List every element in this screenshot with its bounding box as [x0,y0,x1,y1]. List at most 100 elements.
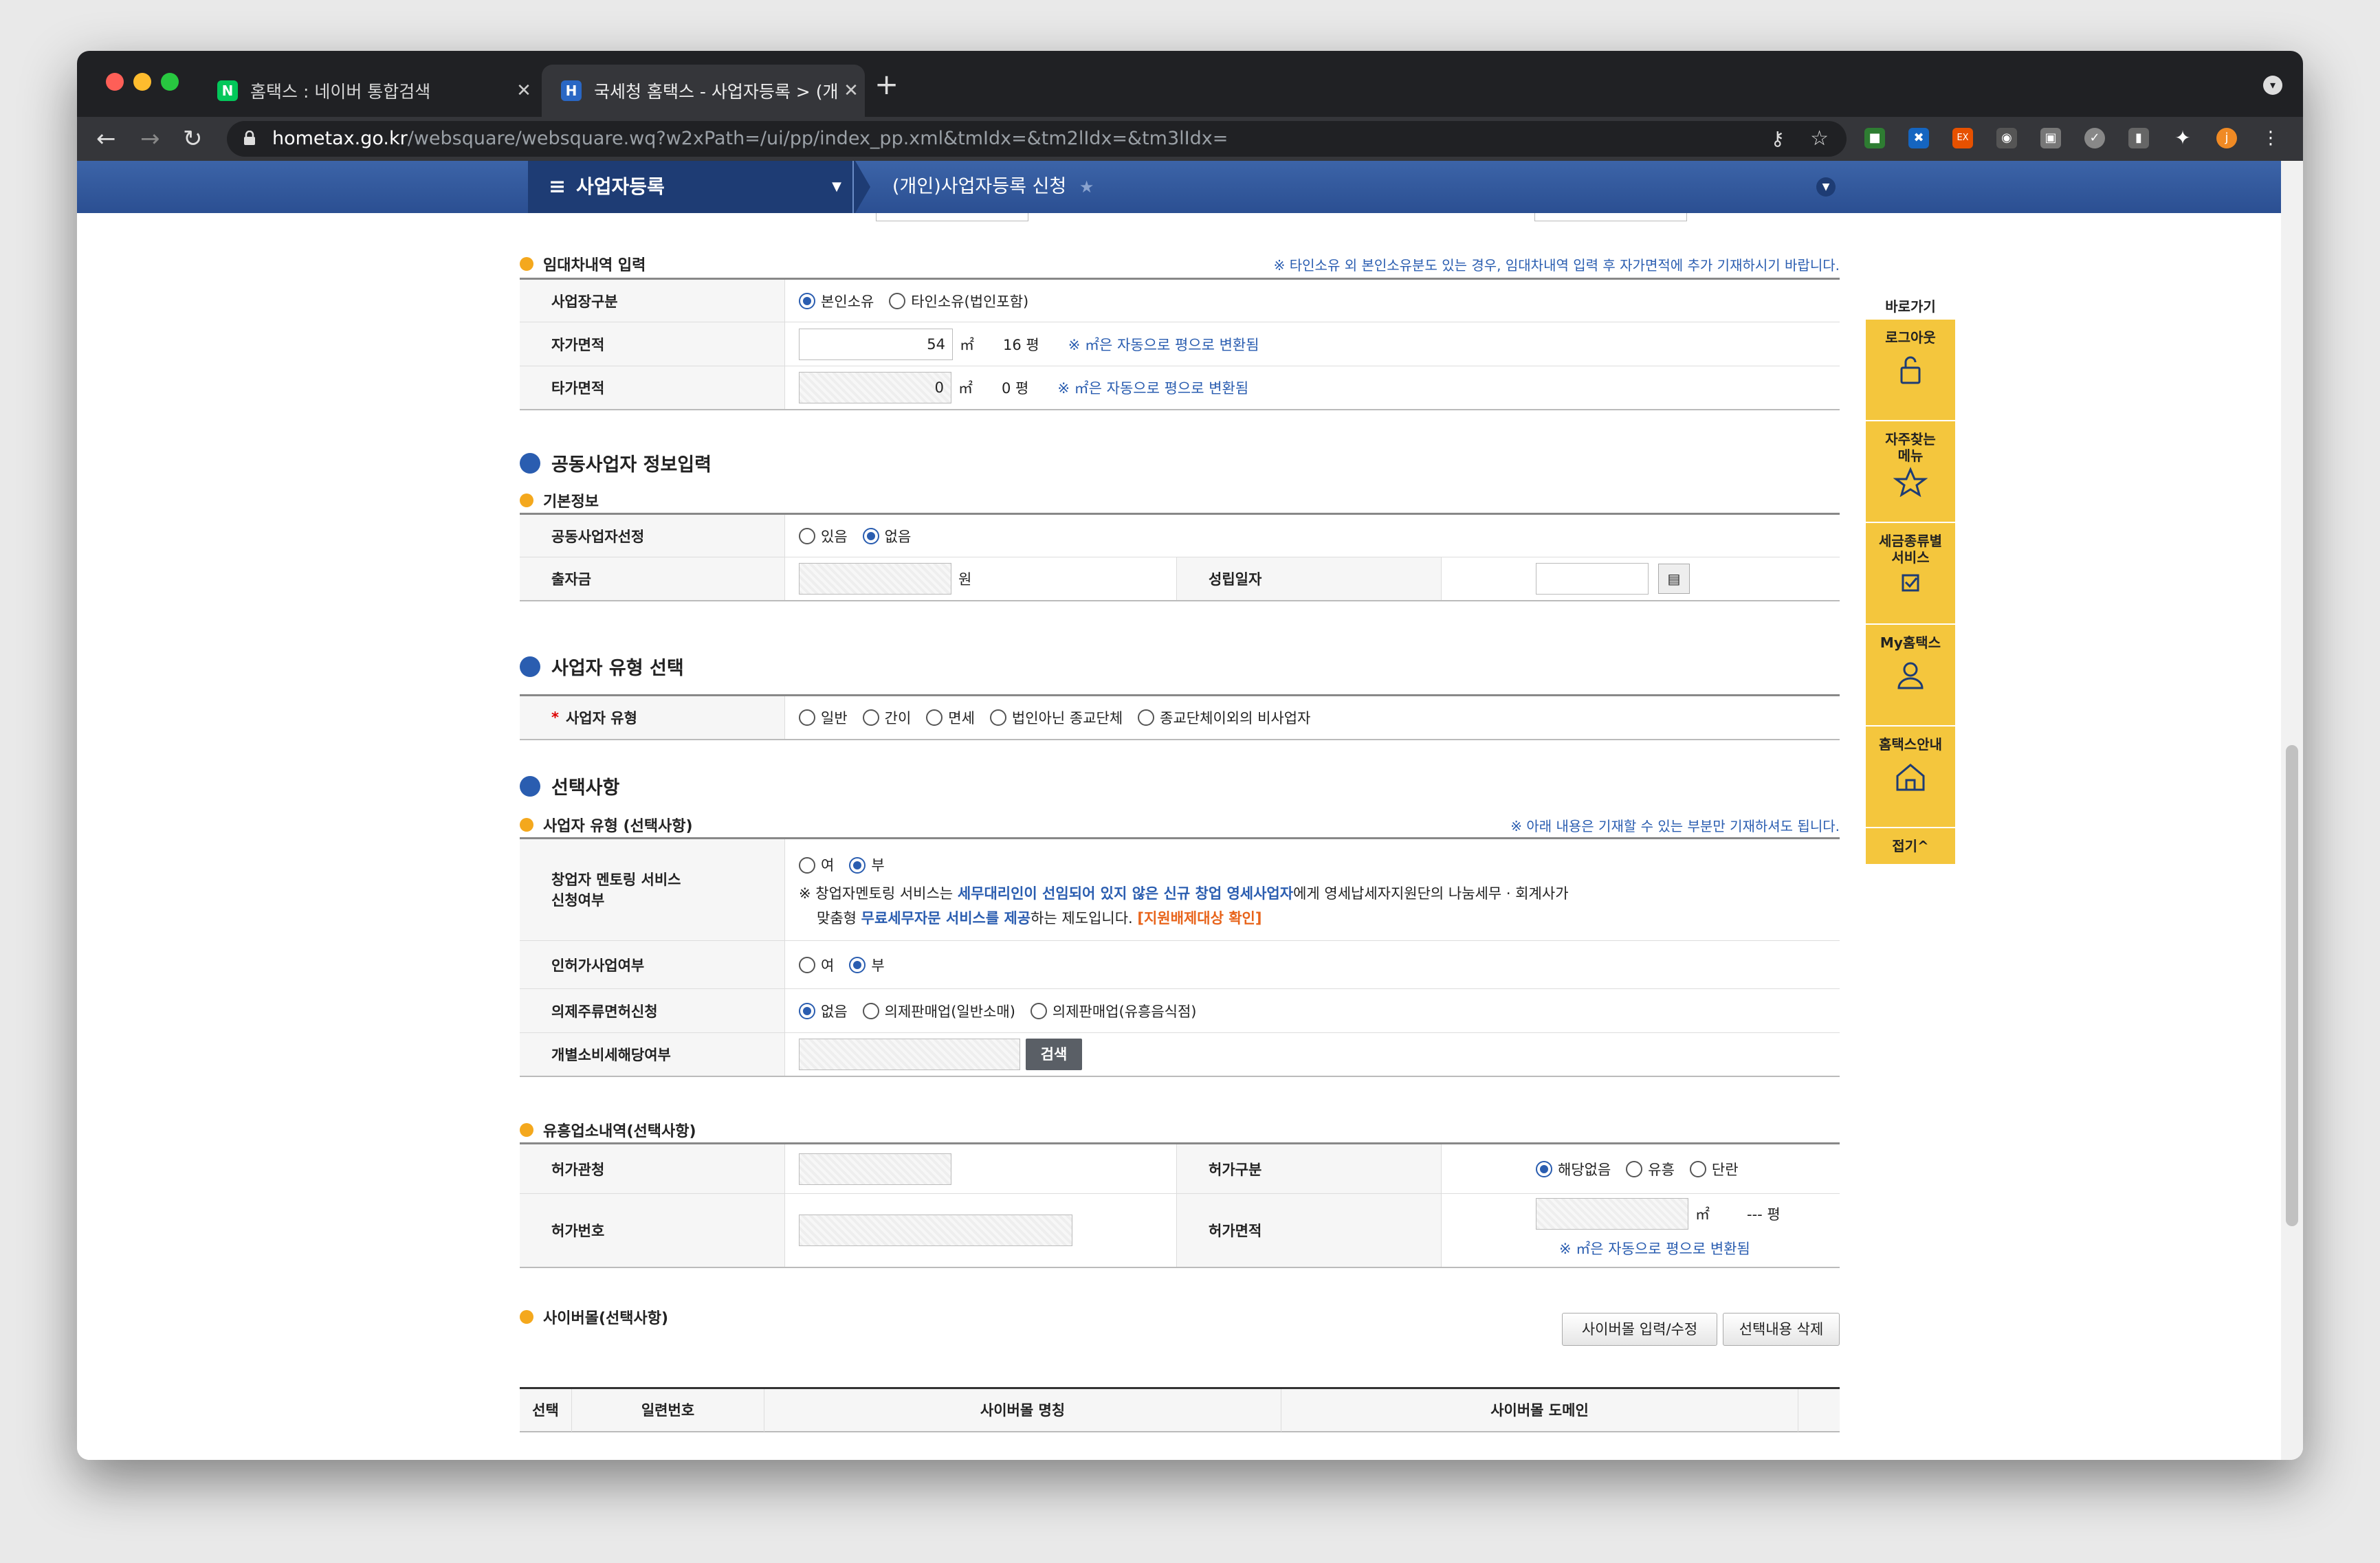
other-area-label: 타가면적 [520,366,785,409]
extension-2-icon[interactable]: ✖ [1908,128,1929,148]
biztype-label: 사업자 유형 [565,710,637,727]
permit-type-bar-radio[interactable]: 단란 [1689,1159,1739,1179]
close-window-button[interactable] [106,73,124,91]
other-radio[interactable]: 타인소유(법인포함) [889,291,1028,311]
extension-5-icon[interactable]: ▣ [2040,128,2061,148]
scrollbar-thumb[interactable] [2286,745,2298,1226]
forward-icon[interactable]: → [140,124,160,154]
mentor-no-radio[interactable]: 부 [849,853,885,878]
date-input[interactable] [1536,563,1649,595]
extension-6-icon[interactable]: ✓ [2084,128,2105,148]
joint-basic-title: 기본정보 [520,489,599,511]
joint-select-label: 공동사업자선정 [520,515,785,557]
liquor-retail-radio[interactable]: 의제판매업(일반소매) [862,1001,1015,1021]
own-area-label: 자가면적 [520,322,785,366]
permit-type-entertain-radio[interactable]: 유흥 [1626,1159,1675,1179]
url-path: /websquare/websquare.wq?w2xPath=/ui/pp/i… [407,128,1228,149]
maximize-window-button[interactable] [161,73,179,91]
bookmark-star-icon[interactable]: ☆ [1810,121,1829,157]
close-tab-icon[interactable]: ✕ [510,80,538,101]
hamburger-icon: ≡ [549,175,566,199]
quick-favorites[interactable]: 자주찾는 메뉴 [1866,421,1955,522]
expand-chevron-icon[interactable]: ▼ [1816,177,1836,197]
own-area-row: 자가면적 54 ㎡ 16 평 ※ ㎡은 자동으로 평으로 변환됨 [520,322,1840,366]
quick-logout[interactable]: 로그아웃 [1866,320,1955,420]
cyber-delete-button[interactable]: 선택내용 삭제 [1723,1313,1840,1346]
excise-label: 개별소비세해당여부 [520,1033,785,1076]
house-icon [1896,764,1925,791]
more-menu-icon[interactable]: ⋮ [2260,128,2281,148]
other-area-input: 0 [799,372,951,403]
own-area-input[interactable]: 54 [799,328,953,360]
biztype-table: * 사업자 유형 일반 간이 면세 법인아닌 종교단체 종교단체이외의 비사업자 [520,694,1840,740]
camera-extension-icon[interactable]: ◉ [1996,128,2017,148]
extension-ex-icon[interactable]: EX [1952,128,1973,148]
permit-number-input [799,1215,1072,1246]
biztype-general-radio[interactable]: 일반 [799,707,848,728]
page-content: 임대차내역 입력 ※ 타인소유 외 본인소유분도 있는 경우, 임대차내역 입력… [77,213,2281,1460]
entertainment-table: 허가관청 허가구분 해당없음 유흥 단란 허가번호 허가면적 ㎡ --- 평 ※ … [520,1142,1840,1268]
profile-avatar[interactable]: j [2216,128,2237,148]
tab-title: 홈택스 : 네이버 통합검색 [250,82,431,102]
new-tab-icon[interactable]: + [874,67,899,101]
checkbox-icon [1902,574,1919,592]
tab-title: 국세청 홈택스 - 사업자등록 > (개인) [594,82,837,102]
biztype-religious-radio[interactable]: 법인아닌 종교단체 [989,707,1123,728]
quick-hometax-guide[interactable]: 홈택스안내 [1866,727,1955,827]
breadcrumb-label: (개인)사업자등록 신청 [892,176,1067,197]
excise-search-button[interactable]: 검색 [1026,1039,1082,1070]
liquor-none-radio[interactable]: 없음 [799,1001,848,1021]
chevron-down-icon: ▼ [832,179,841,194]
permit-label: 인허가사업여부 [520,941,785,988]
reload-icon[interactable]: ↻ [183,124,203,154]
quick-fold-button[interactable]: 접기^ [1866,828,1955,864]
key-icon[interactable]: ⚷ [1770,121,1785,157]
quick-my-hometax[interactable]: My홈택스 [1866,625,1955,725]
quick-tax-services[interactable]: 세금종류별 서비스 [1866,523,1955,623]
biztype-nonbiz-radio[interactable]: 종교단체이외의 비사업자 [1138,707,1310,728]
menu-title: 사업자등록 [576,175,665,198]
liquor-restaurant-radio[interactable]: 의제판매업(유흥음식점) [1030,1001,1197,1021]
own-radio[interactable]: 본인소유 [799,291,874,311]
menu-dropdown[interactable]: ≡ 사업자등록 ▼ [528,161,870,213]
place-label: 사업장구분 [520,280,785,322]
liquor-label: 의제주류면허신청 [520,989,785,1032]
calendar-icon[interactable]: ▤ [1658,564,1690,594]
biztype-simple-radio[interactable]: 간이 [862,707,911,728]
permit-type-none-radio[interactable]: 해당없음 [1536,1159,1611,1179]
mentor-yes-radio[interactable]: 여 [799,853,834,878]
logout-lock-icon [1900,356,1921,384]
biztype-section-title: 사업자 유형 선택 [520,653,684,680]
naver-favicon-icon: N [217,80,238,101]
optional-section-title: 선택사항 [520,773,619,799]
back-icon[interactable]: ← [96,124,116,154]
joint-no-radio[interactable]: 없음 [862,526,911,546]
joint-section-title: 공동사업자 정보입력 [520,450,712,476]
joint-yes-radio[interactable]: 있음 [799,526,848,546]
tab-search-icon[interactable]: ▾ [2263,76,2282,95]
lease-note: ※ 타인소유 외 본인소유분도 있는 경우, 임대차내역 입력 후 자가면적에 … [1273,257,1840,274]
address-bar: ← → ↻ hometax.go.kr/websquare/websquare.… [77,117,2303,161]
url-field[interactable]: hometax.go.kr/websquare/websquare.wq?w2x… [227,121,1847,157]
extension-7-icon[interactable]: ▮ [2128,128,2149,148]
biztype-exempt-radio[interactable]: 면세 [926,707,975,728]
breadcrumb-current[interactable]: (개인)사업자등록 신청 ★ [859,161,1134,213]
permit-no-radio[interactable]: 부 [849,955,885,975]
minimize-window-button[interactable] [133,73,151,91]
hometax-favicon-icon: H [561,80,582,101]
favorite-star-icon[interactable]: ★ [1079,177,1094,197]
puzzle-icon[interactable]: ✦ [2172,128,2193,148]
permit-yes-radio[interactable]: 여 [799,955,834,975]
site-navigation-bar: ≡ 사업자등록 ▼ (개인)사업자등록 신청 ★ ▼ [77,161,2281,213]
tab-hometax[interactable]: H 국세청 홈택스 - 사업자등록 > (개인) ✕ [542,65,865,117]
close-tab-icon[interactable]: ✕ [837,80,865,101]
quick-menu-title: 바로가기 [1885,298,1936,315]
page-scrollbar[interactable] [2281,161,2303,1460]
exclusion-check-link[interactable]: [지원배제대상 확인] [1137,910,1261,927]
extension-1-icon[interactable]: ■ [1864,128,1885,148]
entertainment-title: 유흥업소내역(선택사항) [520,1119,696,1141]
cyber-title: 사이버몰(선택사항) [520,1306,668,1328]
tab-naver[interactable]: N 홈택스 : 네이버 통합검색 ✕ [198,65,538,117]
place-row: 사업장구분 본인소유 타인소유(법인포함) [520,280,1840,322]
cyber-edit-button[interactable]: 사이버몰 입력/수정 [1562,1313,1717,1346]
